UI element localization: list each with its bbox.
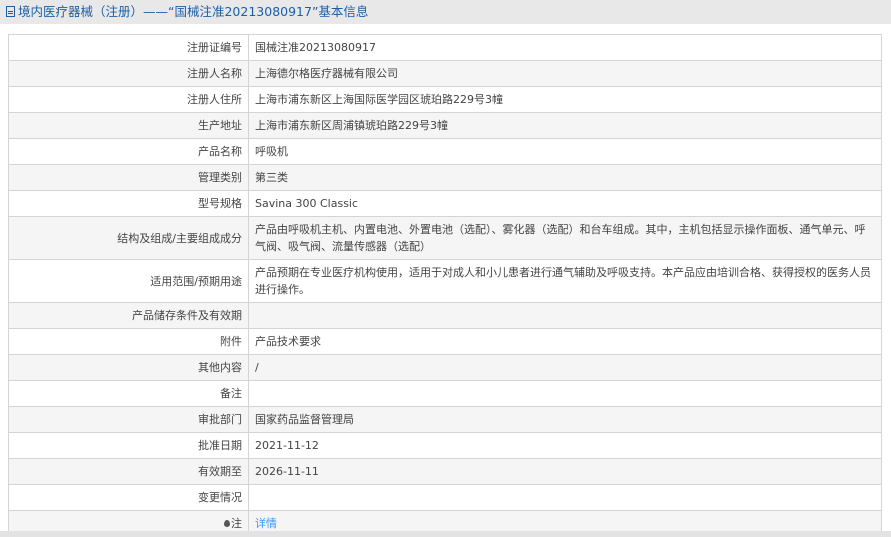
- field-value-text: 2026-11-11: [255, 465, 319, 478]
- field-value: 上海德尔格医疗器械有限公司: [248, 60, 882, 87]
- table-row: 管理类别 第三类: [8, 164, 882, 191]
- field-label: 审批部门: [8, 406, 249, 433]
- field-label: 附件: [8, 328, 249, 355]
- field-value-text: 上海市浦东新区上海国际医学园区琥珀路229号3幢: [255, 93, 503, 106]
- field-label-text: 结构及组成/主要组成成分: [117, 231, 242, 245]
- field-value: 上海市浦东新区上海国际医学园区琥珀路229号3幢: [248, 86, 882, 113]
- field-label: 管理类别: [8, 164, 249, 191]
- field-label: 适用范围/预期用途: [8, 259, 249, 303]
- field-label-text: 有效期至: [198, 465, 242, 478]
- table-row: 适用范围/预期用途 产品预期在专业医疗机构使用，适用于对成人和小儿患者进行通气辅助…: [8, 259, 882, 303]
- field-label-text: 备注: [220, 387, 242, 400]
- field-label-text: 变更情况: [198, 491, 242, 504]
- table-row: 结构及组成/主要组成成分 产品由呼吸机主机、内置电池、外置电池（选配）、雾化器（选…: [8, 216, 882, 260]
- table-row: 生产地址 上海市浦东新区周浦镇琥珀路229号3幢: [8, 112, 882, 139]
- field-label-text: 注册证编号: [187, 41, 242, 54]
- field-value: /: [248, 354, 882, 381]
- field-label: 产品储存条件及有效期: [8, 302, 249, 329]
- field-value-text: 产品技术要求: [255, 335, 321, 348]
- field-label-text: 其他内容: [198, 361, 242, 374]
- field-label-text: 附件: [220, 335, 242, 348]
- field-value-text: 国械注准20213080917: [255, 41, 376, 54]
- table-row: 型号规格 Savina 300 Classic: [8, 190, 882, 217]
- table-row: 产品储存条件及有效期: [8, 302, 882, 329]
- field-value: Savina 300 Classic: [248, 190, 882, 217]
- field-label-text: 产品储存条件及有效期: [132, 309, 242, 322]
- field-value: 产品预期在专业医疗机构使用，适用于对成人和小儿患者进行通气辅助及呼吸支持。本产品…: [248, 259, 882, 303]
- field-value: 国家药品监督管理局: [248, 406, 882, 433]
- field-value-text: 产品由呼吸机主机、内置电池、外置电池（选配）、雾化器（选配）和台车组成。其中，主…: [255, 223, 866, 253]
- field-label-text: 型号规格: [198, 197, 242, 210]
- field-label: 生产地址: [8, 112, 249, 139]
- field-label-text: 管理类别: [198, 171, 242, 184]
- field-label-text: 适用范围/预期用途: [150, 274, 242, 288]
- field-value-text: 2021-11-12: [255, 439, 319, 452]
- table-row: 注册证编号 国械注准20213080917: [8, 34, 882, 61]
- field-label: 有效期至: [8, 458, 249, 485]
- field-label-text: 生产地址: [198, 119, 242, 132]
- field-value: 产品技术要求: [248, 328, 882, 355]
- table-row: 其他内容 /: [8, 354, 882, 381]
- field-value-text: Savina 300 Classic: [255, 197, 359, 210]
- page-title: 境内医疗器械（注册）——“国械注准20213080917”基本信息: [18, 4, 369, 19]
- field-value: 2026-11-11: [248, 458, 882, 485]
- field-value-text: 呼吸机: [255, 145, 288, 158]
- field-value: 第三类: [248, 164, 882, 191]
- table-row: 审批部门 国家药品监督管理局: [8, 406, 882, 433]
- field-label: 型号规格: [8, 190, 249, 217]
- field-label: 变更情况: [8, 484, 249, 511]
- field-value: 产品由呼吸机主机、内置电池、外置电池（选配）、雾化器（选配）和台车组成。其中，主…: [248, 216, 882, 260]
- field-label: 备注: [8, 380, 249, 407]
- field-value: 国械注准20213080917: [248, 34, 882, 61]
- field-label-text: 注册人名称: [187, 67, 242, 80]
- field-value-text: 上海市浦东新区周浦镇琥珀路229号3幢: [255, 119, 448, 132]
- field-value: 上海市浦东新区周浦镇琥珀路229号3幢: [248, 112, 882, 139]
- field-value: 2021-11-12: [248, 432, 882, 459]
- field-value-text: 国家药品监督管理局: [255, 413, 354, 426]
- field-label: 批准日期: [8, 432, 249, 459]
- field-label-text: 产品名称: [198, 145, 242, 158]
- table-row: 备注: [8, 380, 882, 407]
- table-row: 产品名称 呼吸机: [8, 138, 882, 165]
- field-label: 注册人名称: [8, 60, 249, 87]
- footer-bar: [0, 531, 891, 537]
- field-label-text: 注: [231, 517, 242, 530]
- field-label-text: 审批部门: [198, 413, 242, 426]
- field-label-text: 批准日期: [198, 439, 242, 452]
- info-table: 注册证编号 国械注准20213080917 注册人名称 上海德尔格医疗器械有限公司 注册…: [8, 34, 882, 537]
- pin-icon: [224, 520, 230, 527]
- table-row: 附件 产品技术要求: [8, 328, 882, 355]
- table-row: 变更情况: [8, 484, 882, 511]
- field-label: 其他内容: [8, 354, 249, 381]
- page-header: 境内医疗器械（注册）——“国械注准20213080917”基本信息: [0, 0, 891, 24]
- field-label: 结构及组成/主要组成成分: [8, 216, 249, 260]
- field-value-text: 第三类: [255, 171, 288, 184]
- field-value-text: 产品预期在专业医疗机构使用，适用于对成人和小儿患者进行通气辅助及呼吸支持。本产品…: [255, 266, 871, 296]
- field-label: 注册证编号: [8, 34, 249, 61]
- field-value-text: /: [255, 361, 259, 374]
- table-row: 有效期至 2026-11-11: [8, 458, 882, 485]
- field-label-text: 注册人住所: [187, 93, 242, 106]
- field-label: 产品名称: [8, 138, 249, 165]
- document-icon: [6, 6, 15, 17]
- table-row: 注册人名称 上海德尔格医疗器械有限公司: [8, 60, 882, 87]
- field-label: 注册人住所: [8, 86, 249, 113]
- table-row: 批准日期 2021-11-12: [8, 432, 882, 459]
- field-value-text: 上海德尔格医疗器械有限公司: [255, 67, 398, 80]
- table-row: 注册人住所 上海市浦东新区上海国际医学园区琥珀路229号3幢: [8, 86, 882, 113]
- field-value: 呼吸机: [248, 138, 882, 165]
- field-value: [248, 484, 882, 511]
- field-value: [248, 380, 882, 407]
- field-value: [248, 302, 882, 329]
- details-link[interactable]: 详情: [255, 517, 277, 530]
